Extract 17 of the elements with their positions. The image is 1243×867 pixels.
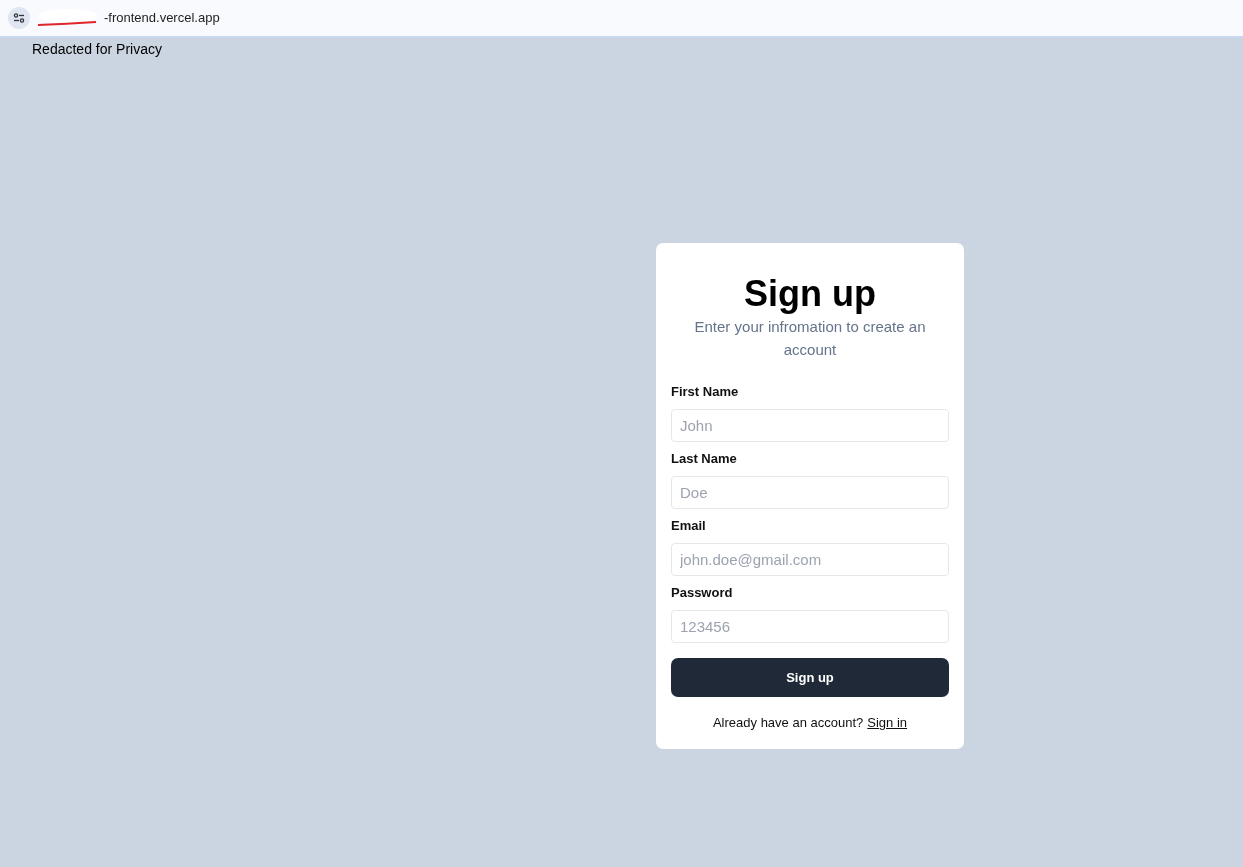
redaction-mark: [36, 9, 98, 27]
input-field[interactable]: Doe: [671, 476, 949, 509]
input-field[interactable]: john.doe@gmail.com: [671, 543, 949, 576]
site-settings-icon[interactable]: [8, 7, 30, 29]
field-label: Password: [671, 584, 733, 602]
card-subtitle: Enter your infromation to create an account: [693, 317, 927, 360]
card-title: Sign up: [743, 273, 877, 315]
footer-text: Already have an account?: [712, 714, 864, 732]
input-field[interactable]: 123456: [671, 610, 949, 643]
signup-button[interactable]: Sign up: [671, 658, 949, 697]
page-note: Redacted for Privacy: [32, 40, 162, 59]
signin-link[interactable]: Sign in: [867, 713, 908, 733]
url-text[interactable]: -frontend.vercel.app: [104, 8, 220, 28]
field-label: First Name: [671, 383, 739, 401]
field-label: Last Name: [671, 450, 737, 468]
input-field[interactable]: John: [671, 409, 949, 442]
field-label: Email: [671, 517, 706, 535]
